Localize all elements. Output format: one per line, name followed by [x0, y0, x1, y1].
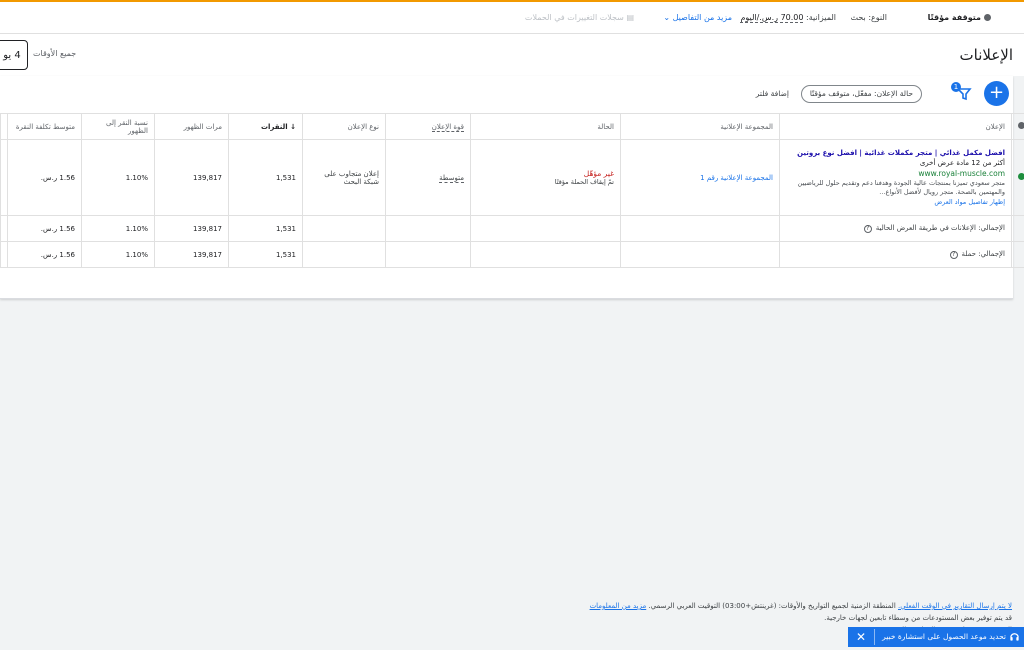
- ad-preview-cell: افضل مكمل غذائي | متجر مكملات غذائية | ا…: [779, 139, 1012, 216]
- filter-count-badge: 1: [951, 82, 961, 92]
- expert-consultation-banner[interactable]: ✕ تحديد موعد الحصول على استشارة خبير: [848, 627, 1024, 647]
- total-campaign-empty: [385, 241, 471, 268]
- total-campaign-ctr: 1.10%: [81, 241, 155, 268]
- total-campaign-empty: [302, 241, 386, 268]
- total-view-empty: [470, 215, 621, 242]
- total-campaign-empty: [620, 241, 780, 268]
- show-asset-details-link[interactable]: إظهار تفاصيل مواد العرض: [786, 197, 1005, 207]
- campaign-status[interactable]: متوقفة مؤقتًا: [928, 13, 991, 22]
- total-campaign-avg-cpc: 1.56 ر.س.: [7, 241, 82, 268]
- status-reason: تمّ إيقاف الحملة مؤقتًا: [554, 178, 614, 186]
- total-view-row: الإجمالي: الإعلانات في طريقة العرض الحال…: [0, 215, 1024, 242]
- header-status-dot: [1011, 113, 1024, 140]
- header-clicks[interactable]: ↓ النقرات: [228, 113, 303, 140]
- total-view-empty: [302, 215, 386, 242]
- ad-strength-value[interactable]: متوسطة: [439, 173, 464, 183]
- table-header-row: الإعلان المجموعة الإعلانية الحالة قوة ال…: [0, 113, 1024, 140]
- status-dot-icon: [1018, 122, 1024, 129]
- enabled-status-icon[interactable]: [1018, 173, 1024, 180]
- page-title: الإعلانات: [959, 46, 1014, 64]
- ad-strength-cell: متوسطة: [385, 139, 471, 216]
- header-ctr[interactable]: نسبة النقر إلى الظهور: [81, 113, 155, 140]
- campaign-type: النوع: بحث: [850, 13, 887, 22]
- realtime-reports-link[interactable]: لا يتم إرسال التقارير في الوقت الفعلي.: [898, 602, 1012, 610]
- ads-table: الإعلان المجموعة الإعلانية الحالة قوة ال…: [0, 113, 1024, 268]
- overflow-cell: [0, 139, 8, 216]
- page-header: الإعلانات جميع الأوقات 4 يو: [0, 34, 1024, 76]
- total-campaign-empty: [0, 241, 8, 268]
- clicks-cell: 1,531: [228, 139, 303, 216]
- learn-more-link[interactable]: مزيد من المعلومات: [590, 602, 647, 610]
- ads-table-card: + 1 حالة الإعلان: مفعّل، متوقف مؤقتًا إض…: [0, 76, 1024, 299]
- ad-headline[interactable]: افضل مكمل غذائي | متجر مكملات غذائية | ا…: [786, 148, 1005, 158]
- total-campaign-impressions: 139,817: [154, 241, 229, 268]
- header-overflow: [0, 113, 8, 140]
- header-impressions[interactable]: مرات الظهور: [154, 113, 229, 140]
- ctr-cell: 1.10%: [81, 139, 155, 216]
- add-filter-button[interactable]: إضافة فلتر: [756, 89, 789, 98]
- total-view-label-cell: الإجمالي: الإعلانات في طريقة العرض الحال…: [779, 215, 1012, 242]
- total-campaign-empty: [470, 241, 621, 268]
- total-view-empty: [385, 215, 471, 242]
- change-history-link[interactable]: ▤ سجلات التغييرات في الحملات: [525, 13, 634, 22]
- campaign-budget[interactable]: الميزانية: 70.00 ر.س./اليوم: [740, 13, 836, 23]
- total-campaign-clicks: 1,531: [228, 241, 303, 268]
- ad-type-cell: إعلان متجاوب على شبكة البحث: [302, 139, 386, 216]
- ad-display-url: www.royal-muscle.com: [918, 169, 1005, 178]
- campaign-status-bar: متوقفة مؤقتًا النوع: بحث الميزانية: 70.0…: [0, 2, 1024, 34]
- total-view-clicks: 1,531: [228, 215, 303, 242]
- impressions-cell: 139,817: [154, 139, 229, 216]
- total-campaign-label-cell: الإجمالي: حملة?: [779, 241, 1012, 268]
- total-view-impressions: 139,817: [154, 215, 229, 242]
- ad-more-assets: أكثر من 12 مادة عرض أخرى: [919, 159, 1005, 167]
- ad-status-filter-chip[interactable]: حالة الإعلان: مفعّل، متوقف مؤقتًا: [800, 85, 922, 103]
- footer-line-2: قد يتم توفير بعض المستودعات من وسطاء تاب…: [824, 614, 1012, 622]
- footer-line-1: لا يتم إرسال التقارير في الوقت الفعلي. ا…: [589, 602, 1012, 610]
- expand-cell: ⌄: [1011, 241, 1024, 268]
- ad-group-cell: المجموعة الإعلانية رقم 1: [620, 139, 780, 216]
- avg-cpc-cell: 1.56 ر.س.: [7, 139, 82, 216]
- total-campaign-row: ⌄ الإجمالي: حملة? 1,531 139,817 1.10% 1.…: [0, 241, 1024, 268]
- help-icon[interactable]: ?: [863, 225, 872, 233]
- paused-status-icon: [984, 14, 991, 21]
- ad-description: متجر سعودي تميزنا بمنتجات عالية الجودة و…: [797, 179, 1005, 196]
- close-icon[interactable]: ✕: [854, 630, 868, 644]
- more-details-button[interactable]: مزيد من التفاصيل ⌄: [663, 13, 732, 22]
- table-row: افضل مكمل غذائي | متجر مكملات غذائية | ا…: [0, 139, 1024, 216]
- total-view-avg-cpc: 1.56 ر.س.: [7, 215, 82, 242]
- header-ad[interactable]: الإعلان: [779, 113, 1012, 140]
- date-range-label[interactable]: جميع الأوقات: [33, 49, 76, 58]
- header-avg-cpc[interactable]: متوسط تكلفة النقرة: [7, 113, 82, 140]
- header-ad-group[interactable]: المجموعة الإعلانية: [620, 113, 780, 140]
- total-view-ctr: 1.10%: [81, 215, 155, 242]
- row-status-cell: [1011, 139, 1024, 216]
- help-icon[interactable]: ?: [949, 251, 958, 259]
- ad-group-link[interactable]: المجموعة الإعلانية رقم 1: [700, 174, 773, 182]
- banner-divider: [874, 629, 875, 645]
- header-ad-strength[interactable]: قوة الإعلان: [385, 113, 471, 140]
- headset-icon: [1010, 633, 1019, 641]
- date-range-button[interactable]: 4 يو: [0, 40, 28, 70]
- sort-arrow-down-icon: ↓: [290, 122, 296, 131]
- header-ad-type[interactable]: نوع الإعلان: [302, 113, 386, 140]
- status-cell: غير مؤهّل تمّ إيقاف الحملة مؤقتًا: [470, 139, 621, 216]
- total-view-empty: [0, 215, 8, 242]
- add-ad-button[interactable]: +: [984, 81, 1009, 106]
- chevron-down-icon: ⌄: [663, 13, 671, 22]
- status-main[interactable]: غير مؤهّل: [477, 169, 614, 178]
- total-view-empty: [1011, 215, 1024, 242]
- total-view-empty: [620, 215, 780, 242]
- banner-text[interactable]: تحديد موعد الحصول على استشارة خبير: [882, 632, 1006, 641]
- header-status[interactable]: الحالة: [470, 113, 621, 140]
- filter-bar: + 1 حالة الإعلان: مفعّل، متوقف مؤقتًا إض…: [0, 76, 1013, 113]
- history-icon: ▤: [626, 13, 634, 22]
